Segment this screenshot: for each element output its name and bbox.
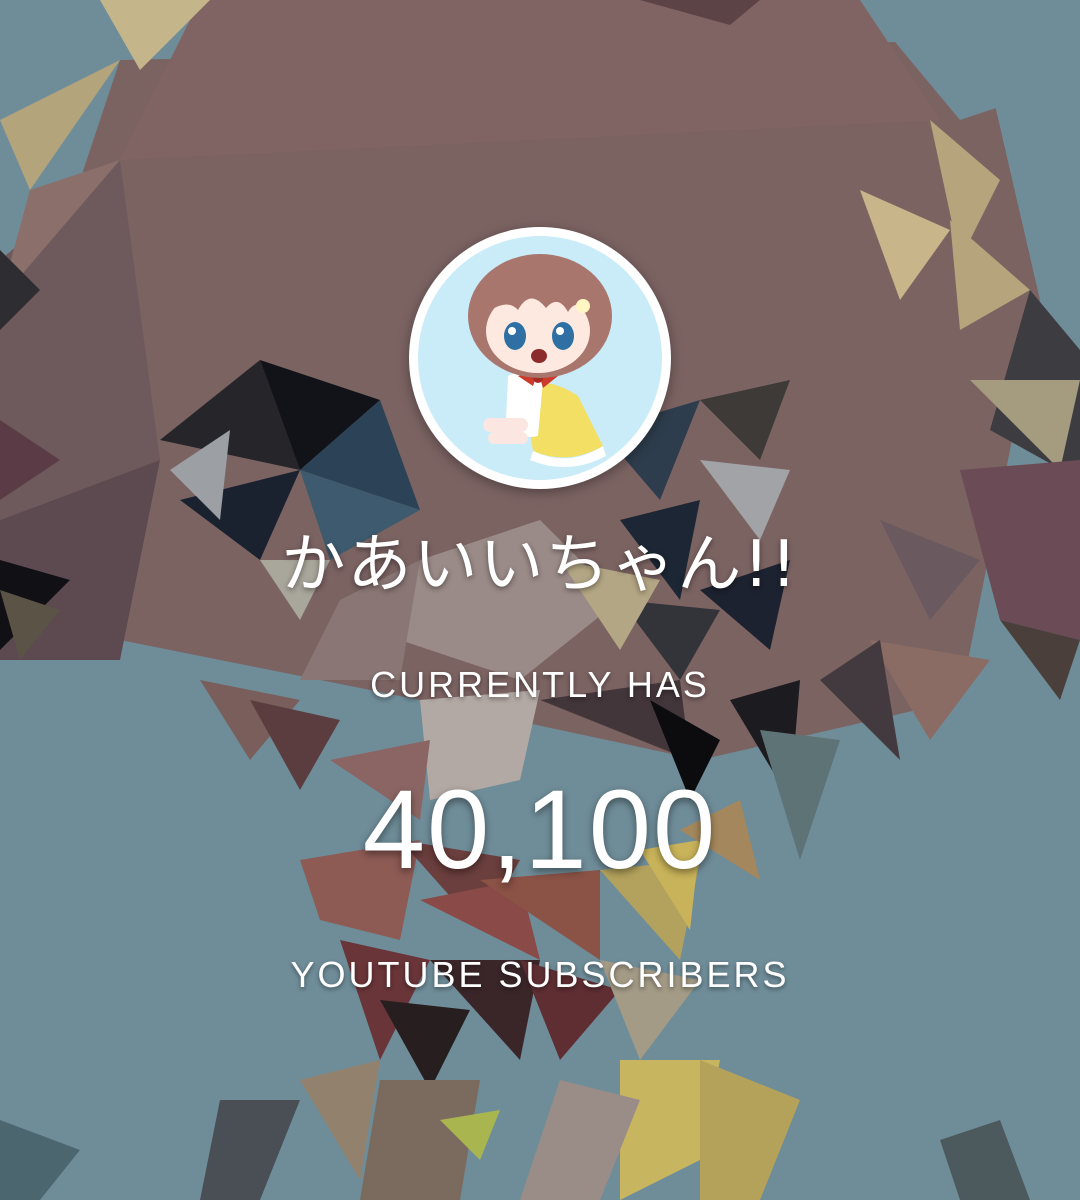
- currently-has-label: CURRENTLY HAS: [370, 664, 710, 705]
- channel-name: かあいいちゃん!!: [281, 528, 799, 602]
- avatar: [409, 227, 671, 489]
- youtube-subscribers-label: YOUTUBE SUBSCRIBERS: [290, 954, 790, 995]
- subscriber-count-card: かあいいちゃん!! CURRENTLY HAS 40,100 YOUTUBE S…: [0, 0, 1080, 1200]
- subscriber-count: 40,100: [362, 767, 718, 892]
- chibi-character-avatar-icon: [418, 236, 662, 480]
